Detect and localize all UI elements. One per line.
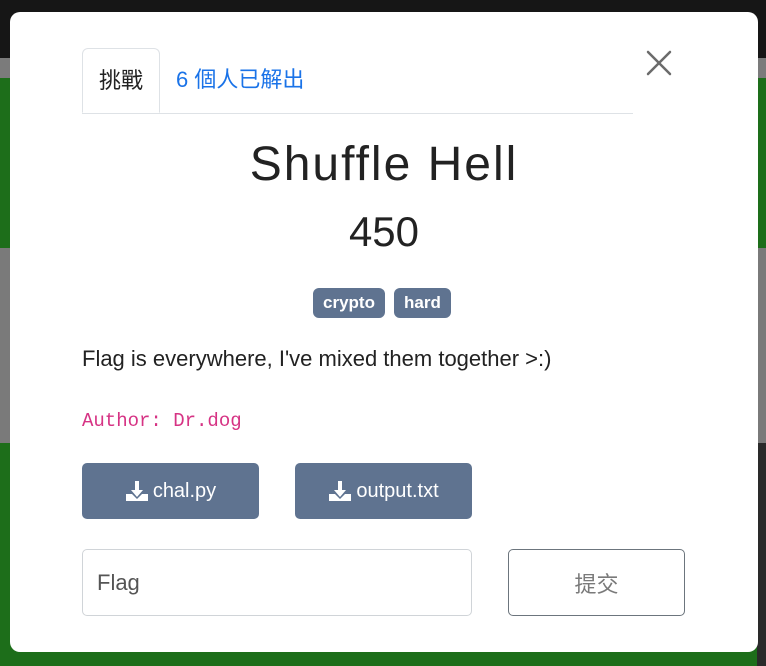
background-card-edge xyxy=(757,443,766,666)
tag-hard: hard xyxy=(394,288,451,318)
file-name: chal.py xyxy=(152,479,217,502)
close-icon[interactable] xyxy=(644,48,674,78)
flag-input[interactable] xyxy=(82,549,472,616)
submit-button[interactable]: 提交 xyxy=(508,549,685,616)
tab-solves[interactable]: 6 個人已解出 xyxy=(176,48,304,113)
modal-tabs: 挑戰 6 個人已解出 xyxy=(82,48,633,114)
download-icon xyxy=(125,481,148,501)
tab-challenge[interactable]: 挑戰 xyxy=(82,48,160,113)
challenge-points: 450 xyxy=(348,208,420,255)
challenge-description: Flag is everywhere, I've mixed them toge… xyxy=(82,346,552,371)
challenge-author: Author: Dr.dog xyxy=(82,410,242,432)
file-name: output.txt xyxy=(356,479,439,502)
challenge-title: Shuffle Hell xyxy=(249,138,519,191)
challenge-modal: 挑戰 6 個人已解出 Shuffle Hell 450 crypto hard … xyxy=(10,12,758,652)
download-chal-py-button[interactable]: chal.py xyxy=(82,463,259,519)
tag-crypto: crypto xyxy=(313,288,385,318)
download-icon xyxy=(329,481,352,501)
download-output-txt-button[interactable]: output.txt xyxy=(295,463,472,519)
